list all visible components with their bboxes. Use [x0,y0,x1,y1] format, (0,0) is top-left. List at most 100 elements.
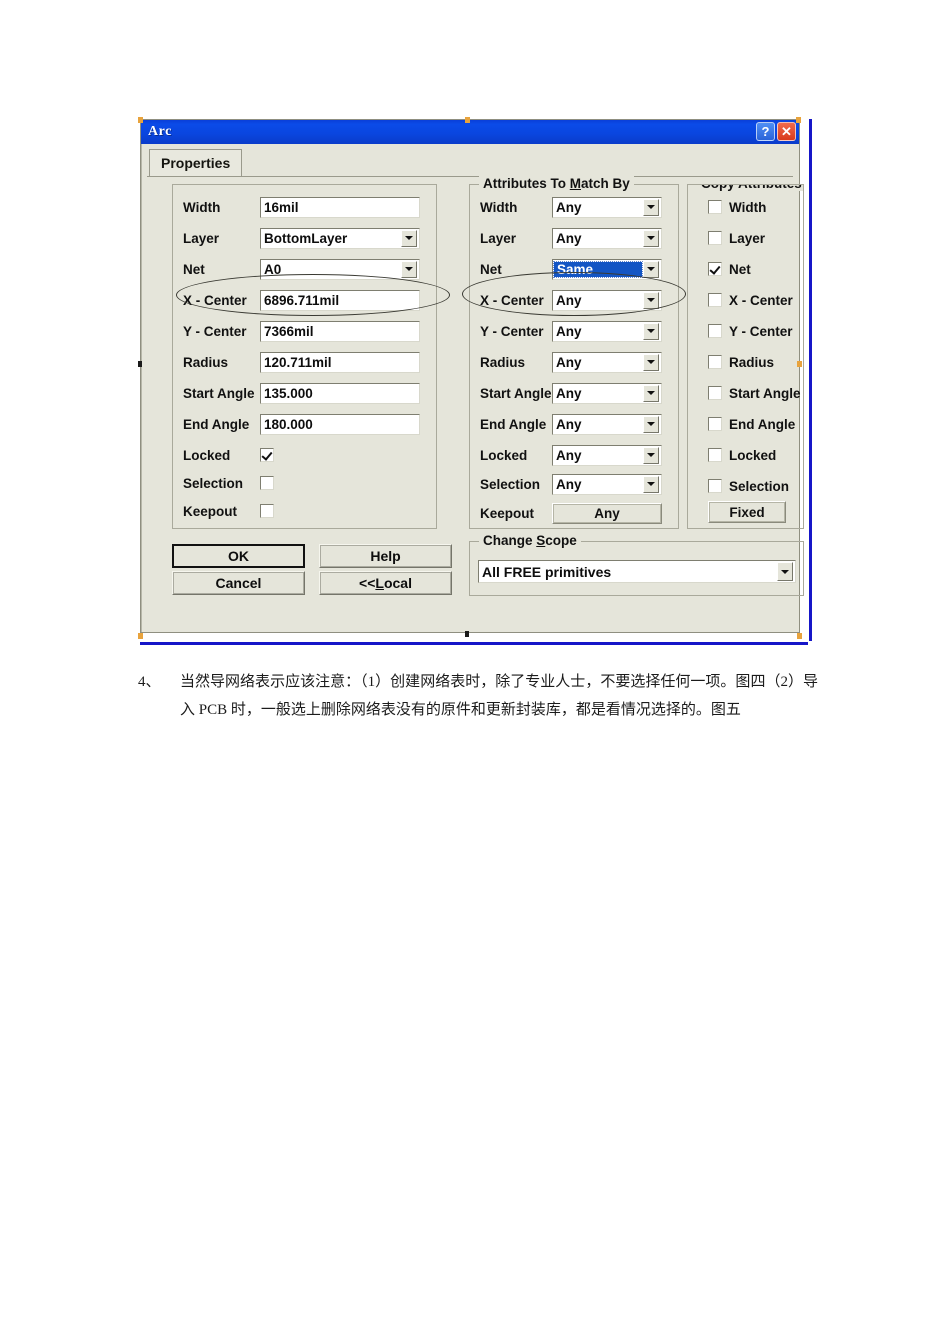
ok-button[interactable]: OK [172,544,305,568]
resize-handle-mid-left[interactable] [138,361,142,367]
match-layer-value: Any [556,230,582,246]
y-center-field[interactable]: 7366mil [260,320,420,342]
copy-x-center-checkbox[interactable] [708,293,722,307]
width-field[interactable]: 16mil [260,196,420,218]
match-selection-value: Any [556,476,582,492]
locked-checkbox[interactable] [260,448,274,462]
dialog-title: Arc [148,124,172,139]
match-label-start-angle: Start Angle [480,385,552,401]
match-x-center-combo[interactable]: Any [552,289,662,311]
change-scope-combo[interactable]: All FREE primitives [478,560,796,583]
match-radius-combo[interactable]: Any [552,351,662,373]
copy-radius-checkbox[interactable] [708,355,722,369]
match-locked-combo[interactable]: Any [552,444,662,466]
change-scope-group: Change Scope All FREE primitives [469,533,804,596]
resize-handle-top-left[interactable] [138,117,143,123]
chevron-down-icon[interactable] [401,229,417,247]
keepout-checkbox[interactable] [260,504,274,518]
tab-strip: Properties [147,149,793,177]
close-icon[interactable]: ✕ [777,122,796,141]
selection-edge-bottom [140,642,808,645]
radius-field[interactable]: 120.711mil [260,351,420,373]
tab-properties[interactable]: Properties [149,149,243,176]
help-icon[interactable]: ? [756,122,775,141]
copy-net-checkbox[interactable] [708,262,722,276]
match-width-combo[interactable]: Any [552,196,662,218]
fixed-button[interactable]: Fixed [708,501,786,523]
copy-label-start-angle: Start Angle [729,385,801,401]
chevron-down-icon[interactable] [401,260,417,278]
match-y-center-combo[interactable]: Any [552,320,662,342]
local-button[interactable]: << Local [319,571,452,595]
cancel-button[interactable]: Cancel [172,571,305,595]
chevron-down-icon[interactable] [643,384,659,402]
change-scope-value: All FREE primitives [482,563,612,580]
resize-handle-bottom-right[interactable] [797,633,802,639]
net-combo[interactable]: A0 [260,258,420,280]
chevron-down-icon[interactable] [643,291,659,309]
copy-y-center-checkbox[interactable] [708,324,722,338]
chevron-down-icon[interactable] [643,353,659,371]
copy-attributes-group: Copy Attributes Width Layer Net X - Cent… [687,184,804,529]
chevron-down-icon[interactable] [643,229,659,247]
match-selection-combo[interactable]: Any [552,473,662,495]
chevron-down-icon[interactable] [643,475,659,493]
chevron-down-icon[interactable] [643,260,659,278]
resize-handle-mid-right[interactable] [797,361,802,367]
match-x-center-value: Any [556,292,582,308]
end-angle-field[interactable]: 180.000 [260,413,420,435]
match-label-keepout: Keepout [480,505,534,521]
match-radius-value: Any [556,354,582,370]
resize-handle-bottom-left[interactable] [138,633,143,639]
copy-end-angle-checkbox[interactable] [708,417,722,431]
match-end-angle-value: Any [556,416,582,432]
match-layer-combo[interactable]: Any [552,227,662,249]
copy-selection-checkbox[interactable] [708,479,722,493]
resize-handle-top-center[interactable] [465,117,470,123]
match-label-net: Net [480,261,502,277]
resize-handle-bottom-center[interactable] [465,631,469,637]
layer-combo[interactable]: BottomLayer [260,227,420,249]
help-button[interactable]: Help [319,544,452,568]
label-keepout: Keepout [183,503,237,519]
copy-width-checkbox[interactable] [708,200,722,214]
chevron-down-icon[interactable] [643,198,659,216]
selection-edge-right [809,119,812,641]
chevron-down-icon[interactable] [643,446,659,464]
chevron-down-icon[interactable] [777,562,793,581]
x-center-field[interactable]: 6896.711mil [260,289,420,311]
copy-label-layer: Layer [729,230,766,246]
copy-locked-checkbox[interactable] [708,448,722,462]
net-combo-value: A0 [264,261,282,277]
match-end-angle-combo[interactable]: Any [552,413,662,435]
label-selection: Selection [183,475,244,491]
chevron-down-icon[interactable] [643,322,659,340]
match-label-layer: Layer [480,230,517,246]
copy-label-y-center: Y - Center [729,323,793,339]
dialog-titlebar[interactable]: Arc ? ✕ [141,120,799,144]
arc-dialog-wrapper: Arc ? ✕ Properties Width 16mil Layer Bot… [138,117,812,645]
selection-checkbox[interactable] [260,476,274,490]
body-text-block: 4、 当然导网络表示应该注意：（1）创建网络表时，除了专业人士，不要选择任何一项… [138,668,818,724]
label-x-center: X - Center [183,292,247,308]
label-locked: Locked [183,447,231,463]
copy-layer-checkbox[interactable] [708,231,722,245]
change-scope-title: Change Scope [479,533,581,548]
chevron-down-icon[interactable] [643,415,659,433]
copy-start-angle-checkbox[interactable] [708,386,722,400]
label-net: Net [183,261,205,277]
match-net-combo[interactable]: Same [552,258,662,280]
resize-handle-top-right[interactable] [796,117,801,123]
match-keepout-button[interactable]: Any [552,502,662,524]
paragraph-line: 当然导网络表示应该注意：（1）创建网络表时，除了专业人士，不要选择任何一项。图四… [180,674,818,718]
match-start-angle-combo[interactable]: Any [552,382,662,404]
attributes-to-match-by-group: Attributes To Match By Width Any Layer A… [469,176,679,529]
copy-label-radius: Radius [729,354,775,370]
label-y-center: Y - Center [183,323,247,339]
match-net-value: Same [553,260,643,278]
match-label-x-center: X - Center [480,292,544,308]
tab-body: Width 16mil Layer BottomLayer Net A0 X -… [147,176,804,626]
copy-label-selection: Selection [729,478,790,494]
label-start-angle: Start Angle [183,385,255,401]
start-angle-field[interactable]: 135.000 [260,382,420,404]
